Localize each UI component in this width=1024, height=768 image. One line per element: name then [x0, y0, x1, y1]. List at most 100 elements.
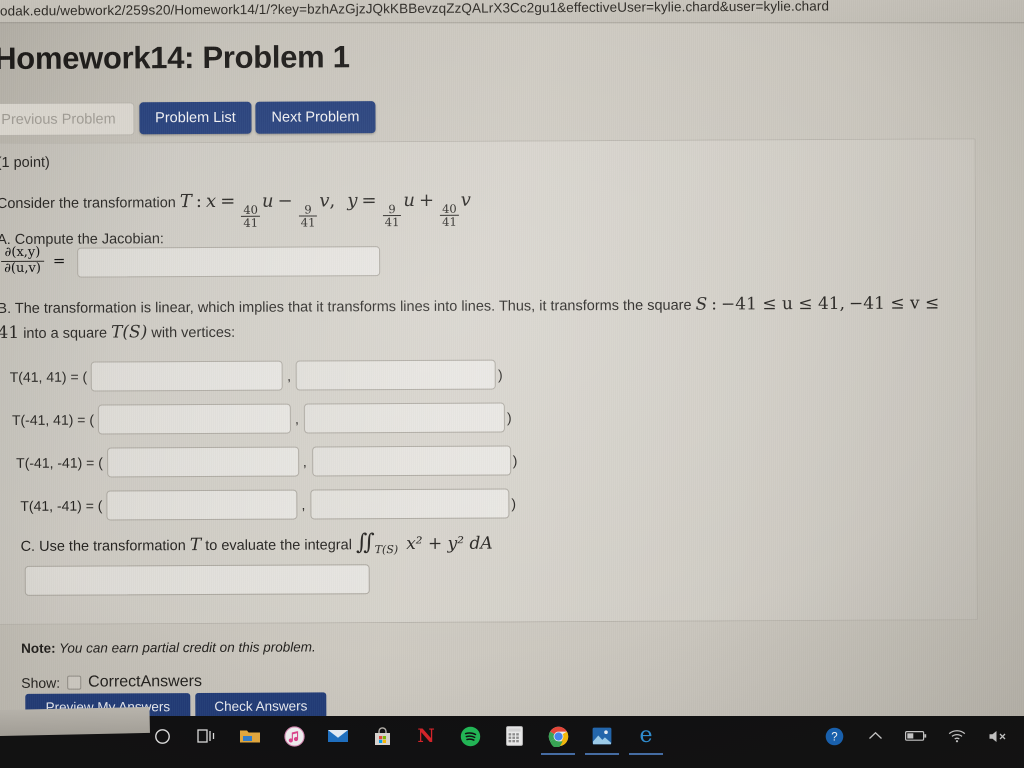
webwork-page: Homework14: Problem 1 Previous Problem P…	[0, 19, 1024, 720]
vertex-label: T(41, -41) = (	[20, 497, 103, 514]
part-c-prompt: C. Use the transformation T to evaluate …	[20, 530, 493, 558]
taskbar-app-icons: N e	[150, 723, 663, 755]
vertex-y-input[interactable]	[310, 488, 510, 520]
vertex-x-input[interactable]	[97, 403, 292, 435]
cortana-icon[interactable]	[150, 724, 174, 748]
x-operator: −	[277, 190, 293, 212]
image-square-symbol: T(S)	[111, 321, 148, 343]
battery-icon[interactable]	[904, 724, 928, 748]
part-b-text-after-tail: with vertices:	[151, 324, 236, 341]
x-coeff1-denominator: 41	[241, 215, 261, 230]
volume-muted-icon[interactable]	[986, 724, 1010, 748]
chevron-up-icon[interactable]	[863, 724, 887, 748]
help-icon[interactable]: ?	[822, 724, 846, 748]
edge-glyph: e	[639, 723, 653, 748]
page-title: Homework14: Problem 1	[0, 39, 350, 77]
photos-icon[interactable]	[585, 724, 619, 755]
vertex-x-input[interactable]	[106, 446, 299, 478]
problem-list-button[interactable]: Problem List	[139, 101, 252, 135]
vertex-row: T(-41, 41) = ( , )	[11, 402, 514, 435]
vertex-y-input[interactable]	[311, 445, 511, 477]
transformation-colon: :	[195, 191, 202, 213]
part-c-answer-input[interactable]	[24, 564, 370, 596]
vertex-row: T(41, -41) = ( , )	[20, 488, 518, 521]
x-coefficient-2: 9 41	[298, 201, 318, 230]
transformation-symbol: T	[179, 191, 192, 213]
square-symbol: S	[695, 294, 708, 315]
edge-icon[interactable]: e	[629, 723, 663, 755]
y-coeff2-numerator: 40	[442, 201, 457, 216]
netflix-icon[interactable]: N	[414, 724, 438, 748]
jacobian-equals: =	[52, 252, 66, 271]
mail-icon[interactable]	[326, 724, 350, 748]
vertex-row: T(41, 41) = ( , )	[9, 359, 505, 392]
microsoft-store-icon[interactable]	[370, 724, 394, 748]
check-label: Check Answers	[214, 698, 308, 714]
y-coefficient-1: 9 41	[382, 201, 402, 229]
x-equals: =	[220, 190, 236, 212]
x-coeff1-numerator: 40	[243, 202, 259, 217]
vertex-x-input[interactable]	[106, 489, 298, 521]
itunes-icon[interactable]	[282, 724, 306, 748]
svg-text:?: ?	[831, 731, 837, 743]
vertex-label: T(41, 41) = (	[9, 368, 88, 385]
y-term1-variable: u	[403, 189, 415, 212]
y-variable: y	[347, 190, 358, 212]
vertex-separator: ,	[301, 496, 306, 513]
part-c-text-mid: to evaluate the integral	[205, 537, 352, 555]
file-explorer-icon[interactable]	[238, 724, 262, 748]
vertex-y-input[interactable]	[303, 402, 505, 434]
part-b-text-after-lead: into a square	[23, 325, 108, 342]
y-coeff1-numerator: 9	[388, 201, 396, 216]
system-tray: ?	[822, 724, 1010, 748]
transformation-intro: Consider the transformation	[0, 195, 176, 213]
vertex-y-input[interactable]	[295, 359, 497, 391]
vertex-separator: ,	[302, 453, 307, 470]
points-label: (1 point)	[0, 154, 50, 172]
vertex-label: T(-41, -41) = (	[16, 454, 103, 471]
note-text: You can earn partial credit on this prob…	[59, 639, 316, 656]
chrome-icon[interactable]	[541, 724, 575, 755]
desk-surface-edge	[0, 706, 150, 736]
y-coeff2-denominator: 41	[440, 214, 459, 229]
vertex-separator: ,	[287, 367, 292, 384]
show-answers-row: Show: CorrectAnswers	[21, 673, 202, 692]
jacobian-expression: ∂(x,y) ∂(u,v) =	[1, 244, 66, 277]
netflix-glyph: N	[417, 724, 435, 747]
integral-subscript: T(S)	[374, 543, 399, 557]
next-problem-label: Next Problem	[271, 109, 360, 126]
wifi-icon[interactable]	[945, 724, 969, 748]
windows-taskbar: N e ?	[0, 716, 1024, 768]
jacobian-answer-input[interactable]	[77, 246, 381, 278]
previous-problem-label: Previous Problem	[1, 110, 116, 128]
x-coeff2-denominator: 41	[298, 215, 318, 230]
y-coefficient-2: 40 41	[440, 201, 459, 229]
task-view-icon[interactable]	[194, 724, 218, 748]
x-term1-variable: u	[261, 190, 274, 212]
spotify-icon[interactable]	[458, 724, 482, 748]
jacobian-denominator: ∂(u,v)	[1, 260, 44, 277]
part-c-text-before: C. Use the transformation	[20, 538, 186, 555]
integrand-expression: x² + y² dA	[406, 533, 493, 555]
previous-problem-button[interactable]: Previous Problem	[0, 102, 135, 137]
vertex-x-input[interactable]	[91, 360, 284, 392]
next-problem-button[interactable]: Next Problem	[255, 101, 376, 134]
x-coefficient-1: 40 41	[241, 202, 261, 230]
square-range-u: −41 ≤ u ≤ 41,	[720, 293, 846, 315]
jacobian-fraction: ∂(x,y) ∂(u,v)	[1, 244, 44, 277]
address-bar-url[interactable]: odak.edu/webwork2/259s20/Homework14/1/?k…	[0, 0, 829, 19]
x-variable: x	[205, 190, 217, 212]
correct-answers-label: CorrectAnswers	[88, 673, 202, 691]
y-term2-variable: v	[460, 189, 471, 211]
x-coeff2-numerator: 9	[304, 201, 312, 217]
vertex-row: T(-41, -41) = ( , )	[16, 445, 519, 478]
y-equals: =	[361, 190, 377, 212]
double-integral-icon: ∬	[355, 530, 375, 556]
part-b-text-before: B. The transformation is linear, which i…	[0, 297, 692, 318]
correct-answers-checkbox[interactable]	[67, 675, 82, 690]
vertex-separator: ,	[294, 410, 299, 427]
browser-address-bar[interactable]: odak.edu/webwork2/259s20/Homework14/1/?k…	[0, 0, 1024, 22]
vertex-label: T(-41, 41) = (	[11, 411, 95, 428]
jacobian-numerator: ∂(x,y)	[4, 244, 41, 260]
calculator-icon[interactable]	[502, 724, 526, 748]
